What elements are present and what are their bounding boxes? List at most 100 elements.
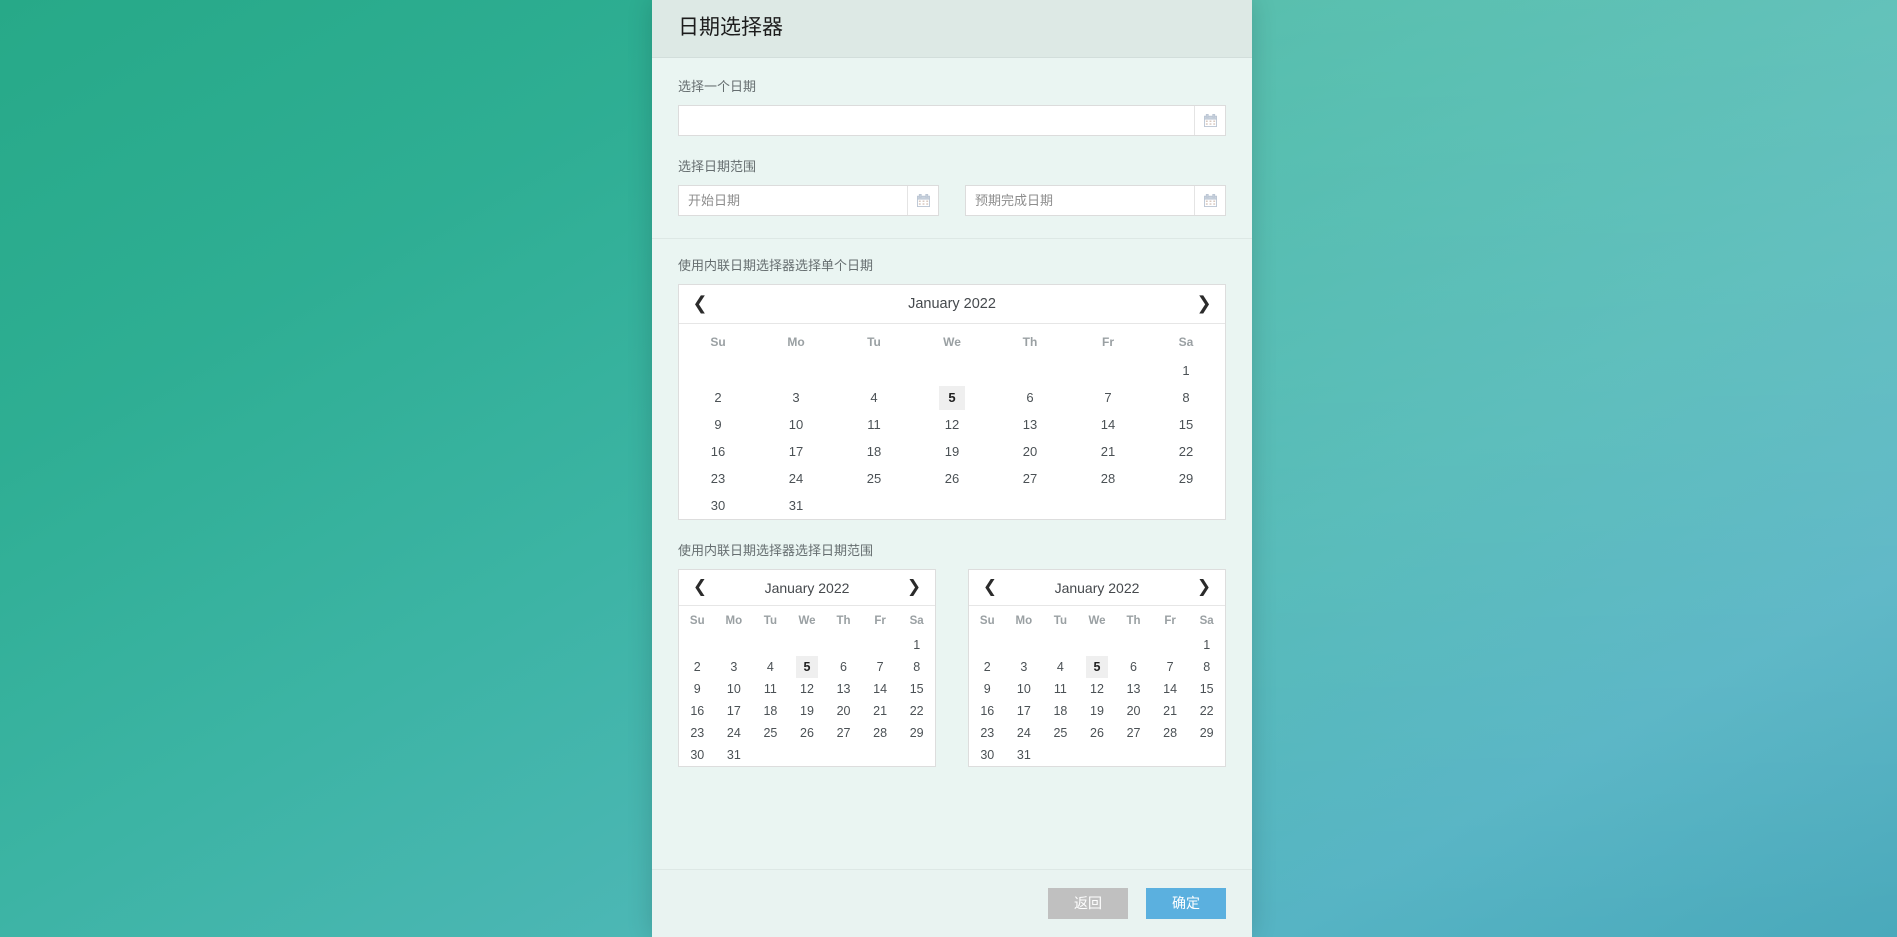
calendar-day-25[interactable]: 25 <box>835 465 913 492</box>
calendar-day-15[interactable]: 15 <box>1147 411 1225 438</box>
inline-calendar-single[interactable]: ❮ January 2022 ❯ Su Mo Tu We Th Fr Sa 12345678… <box>678 284 1226 520</box>
calendar-day-17[interactable]: 17 <box>757 438 835 465</box>
calendar-day-10[interactable]: 10 <box>1006 678 1043 700</box>
end-date-input-wrap[interactable] <box>965 185 1226 216</box>
calendar-day-18[interactable]: 18 <box>752 700 789 722</box>
calendar-day-29[interactable]: 29 <box>1147 465 1225 492</box>
start-date-calendar-button[interactable] <box>907 186 938 215</box>
calendar-day-24[interactable]: 24 <box>757 465 835 492</box>
calendar-day-18[interactable]: 18 <box>835 438 913 465</box>
calendar-day-8[interactable]: 8 <box>1188 656 1225 678</box>
calendar-day-23[interactable]: 23 <box>679 465 757 492</box>
chevron-left-icon[interactable]: ❮ <box>981 579 999 596</box>
calendar-day-26[interactable]: 26 <box>1079 722 1116 744</box>
calendar-day-17[interactable]: 17 <box>716 700 753 722</box>
calendar-day-9[interactable]: 9 <box>679 411 757 438</box>
calendar-day-9[interactable]: 9 <box>679 678 716 700</box>
calendar-day-7[interactable]: 7 <box>1152 656 1189 678</box>
calendar-day-31[interactable]: 31 <box>1006 744 1043 766</box>
calendar-day-26[interactable]: 26 <box>789 722 826 744</box>
calendar-day-18[interactable]: 18 <box>1042 700 1079 722</box>
chevron-right-icon[interactable]: ❯ <box>1195 295 1213 313</box>
calendar-day-17[interactable]: 17 <box>1006 700 1043 722</box>
calendar-day-5[interactable]: 5 <box>913 384 991 411</box>
calendar-day-22[interactable]: 22 <box>898 700 935 722</box>
calendar-day-15[interactable]: 15 <box>898 678 935 700</box>
inline-calendar-range-start[interactable]: ❮ January 2022 ❯ Su Mo Tu We Th Fr Sa 12345678… <box>678 569 936 767</box>
calendar-day-16[interactable]: 16 <box>679 700 716 722</box>
calendar-day-2[interactable]: 2 <box>679 384 757 411</box>
calendar-day-14[interactable]: 14 <box>862 678 899 700</box>
calendar-day-12[interactable]: 12 <box>789 678 826 700</box>
calendar-day-27[interactable]: 27 <box>1115 722 1152 744</box>
calendar-day-24[interactable]: 24 <box>716 722 753 744</box>
calendar-day-20[interactable]: 20 <box>825 700 862 722</box>
calendar-day-24[interactable]: 24 <box>1006 722 1043 744</box>
chevron-right-icon[interactable]: ❯ <box>905 579 923 596</box>
calendar-day-4[interactable]: 4 <box>835 384 913 411</box>
calendar-day-2[interactable]: 2 <box>679 656 716 678</box>
calendar-day-31[interactable]: 31 <box>757 492 835 519</box>
calendar-day-20[interactable]: 20 <box>991 438 1069 465</box>
calendar-day-11[interactable]: 11 <box>1042 678 1079 700</box>
calendar-day-11[interactable]: 11 <box>835 411 913 438</box>
calendar-day-21[interactable]: 21 <box>862 700 899 722</box>
calendar-day-21[interactable]: 21 <box>1069 438 1147 465</box>
chevron-left-icon[interactable]: ❮ <box>691 579 709 596</box>
calendar-day-8[interactable]: 8 <box>1147 384 1225 411</box>
calendar-day-2[interactable]: 2 <box>969 656 1006 678</box>
calendar-day-27[interactable]: 27 <box>991 465 1069 492</box>
calendar-day-28[interactable]: 28 <box>1152 722 1189 744</box>
calendar-day-22[interactable]: 22 <box>1147 438 1225 465</box>
start-date-input-wrap[interactable] <box>678 185 939 216</box>
calendar-day-19[interactable]: 19 <box>1079 700 1116 722</box>
confirm-button[interactable]: 确定 <box>1146 888 1226 919</box>
calendar-day-25[interactable]: 25 <box>1042 722 1079 744</box>
calendar-day-25[interactable]: 25 <box>752 722 789 744</box>
calendar-day-6[interactable]: 6 <box>1115 656 1152 678</box>
calendar-day-27[interactable]: 27 <box>825 722 862 744</box>
calendar-day-30[interactable]: 30 <box>679 492 757 519</box>
calendar-day-6[interactable]: 6 <box>991 384 1069 411</box>
calendar-day-13[interactable]: 13 <box>825 678 862 700</box>
back-button[interactable]: 返回 <box>1048 888 1128 919</box>
calendar-day-15[interactable]: 15 <box>1188 678 1225 700</box>
calendar-day-1[interactable]: 1 <box>1147 357 1225 384</box>
calendar-day-13[interactable]: 13 <box>1115 678 1152 700</box>
calendar-day-23[interactable]: 23 <box>969 722 1006 744</box>
calendar-day-10[interactable]: 10 <box>757 411 835 438</box>
end-date-calendar-button[interactable] <box>1194 186 1225 215</box>
single-date-input[interactable] <box>679 106 1194 135</box>
calendar-day-29[interactable]: 29 <box>898 722 935 744</box>
calendar-day-31[interactable]: 31 <box>716 744 753 766</box>
calendar-day-13[interactable]: 13 <box>991 411 1069 438</box>
calendar-day-3[interactable]: 3 <box>716 656 753 678</box>
calendar-day-1[interactable]: 1 <box>898 634 935 656</box>
chevron-left-icon[interactable]: ❮ <box>691 295 709 313</box>
calendar-day-16[interactable]: 16 <box>969 700 1006 722</box>
end-date-input[interactable] <box>966 186 1194 215</box>
calendar-day-26[interactable]: 26 <box>913 465 991 492</box>
start-date-input[interactable] <box>679 186 907 215</box>
calendar-day-3[interactable]: 3 <box>757 384 835 411</box>
calendar-day-30[interactable]: 30 <box>969 744 1006 766</box>
calendar-day-28[interactable]: 28 <box>1069 465 1147 492</box>
calendar-day-21[interactable]: 21 <box>1152 700 1189 722</box>
calendar-day-6[interactable]: 6 <box>825 656 862 678</box>
calendar-day-19[interactable]: 19 <box>789 700 826 722</box>
calendar-day-3[interactable]: 3 <box>1006 656 1043 678</box>
calendar-day-5[interactable]: 5 <box>1079 656 1116 678</box>
calendar-day-23[interactable]: 23 <box>679 722 716 744</box>
calendar-day-20[interactable]: 20 <box>1115 700 1152 722</box>
calendar-day-1[interactable]: 1 <box>1188 634 1225 656</box>
calendar-day-8[interactable]: 8 <box>898 656 935 678</box>
calendar-day-4[interactable]: 4 <box>752 656 789 678</box>
calendar-day-12[interactable]: 12 <box>1079 678 1116 700</box>
inline-calendar-range-end[interactable]: ❮ January 2022 ❯ Su Mo Tu We Th Fr Sa 12345678… <box>968 569 1226 767</box>
calendar-day-11[interactable]: 11 <box>752 678 789 700</box>
single-date-calendar-button[interactable] <box>1194 106 1225 135</box>
calendar-day-30[interactable]: 30 <box>679 744 716 766</box>
calendar-day-16[interactable]: 16 <box>679 438 757 465</box>
calendar-day-4[interactable]: 4 <box>1042 656 1079 678</box>
calendar-day-7[interactable]: 7 <box>1069 384 1147 411</box>
